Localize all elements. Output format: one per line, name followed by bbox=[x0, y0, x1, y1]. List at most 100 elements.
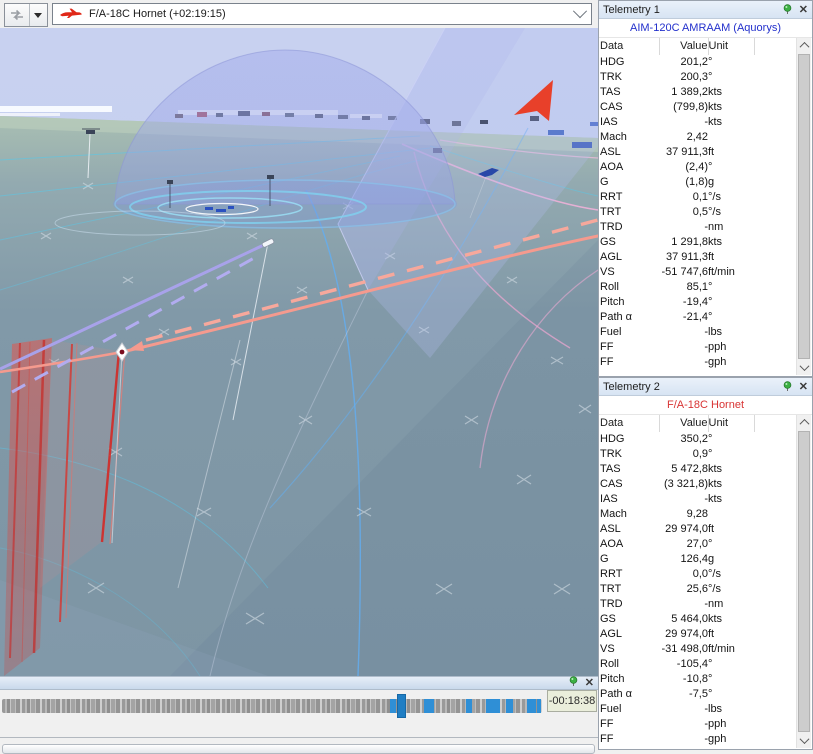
aircraft-icon bbox=[59, 7, 83, 22]
scrollbar[interactable] bbox=[796, 38, 811, 375]
data-label: TRK bbox=[600, 448, 622, 460]
table-row: Roll -105,4 ° bbox=[600, 657, 798, 672]
data-unit: ° bbox=[708, 71, 713, 83]
spacer bbox=[754, 702, 798, 717]
data-value: 29 974,0 bbox=[665, 628, 708, 640]
scroll-up-icon[interactable] bbox=[797, 38, 811, 53]
data-label: GS bbox=[600, 236, 616, 248]
data-value: 2,42 bbox=[686, 131, 708, 143]
data-value: 5 464,0 bbox=[671, 613, 708, 625]
spacer bbox=[754, 687, 798, 702]
data-value: 29 974,0 bbox=[665, 523, 708, 535]
column-header-data: Data bbox=[600, 415, 660, 432]
timeline-body: -00:18:38 bbox=[0, 690, 598, 727]
secondary-progress-bar[interactable] bbox=[2, 744, 595, 754]
close-icon[interactable]: ✕ bbox=[799, 4, 808, 15]
data-label: AOA bbox=[600, 538, 624, 550]
column-header-data: Data bbox=[600, 38, 660, 55]
camera-swap-button[interactable] bbox=[4, 3, 48, 27]
pin-icon[interactable] bbox=[782, 381, 793, 392]
3d-scene bbox=[0, 28, 598, 676]
table-row: CAS (3 321,8) kts bbox=[600, 477, 798, 492]
table-row: Path α -21,4 ° bbox=[600, 310, 798, 325]
spacer bbox=[754, 627, 798, 642]
data-unit: ft/min bbox=[708, 266, 735, 278]
data-label: Roll bbox=[600, 281, 619, 293]
data-unit: ° bbox=[708, 538, 713, 550]
column-header-value: Value bbox=[659, 38, 709, 55]
data-value: -31 498,0 bbox=[661, 643, 708, 655]
data-unit: kts bbox=[708, 613, 723, 625]
scrollbar-thumb[interactable] bbox=[798, 431, 810, 732]
tracked-object-selector[interactable]: F/A-18C Hornet (+02:19:15) bbox=[52, 3, 592, 25]
data-value: - bbox=[704, 703, 708, 715]
data-unit: ° bbox=[708, 161, 713, 173]
data-unit: ° bbox=[708, 296, 713, 308]
data-unit: °/s bbox=[708, 568, 721, 580]
spacer bbox=[754, 325, 798, 340]
table-row: VS -31 498,0 ft/min bbox=[600, 642, 798, 657]
data-value: 27,0 bbox=[686, 538, 708, 550]
spacer bbox=[754, 310, 798, 325]
table-row: IAS - kts bbox=[600, 115, 798, 130]
table-row: CAS (799,8) kts bbox=[600, 100, 798, 115]
pin-icon[interactable] bbox=[782, 4, 793, 15]
scrollbar-thumb[interactable] bbox=[798, 54, 810, 359]
timeline-scrubber[interactable] bbox=[2, 694, 542, 718]
spacer bbox=[754, 205, 798, 220]
data-label: Fuel bbox=[600, 703, 622, 715]
data-value: 201,2 bbox=[680, 56, 708, 68]
data-unit: °/s bbox=[708, 191, 721, 203]
data-value: 0,9 bbox=[692, 448, 708, 460]
data-unit: pph bbox=[708, 341, 727, 353]
scrollbar[interactable] bbox=[796, 415, 811, 748]
scroll-down-icon[interactable] bbox=[797, 733, 811, 748]
data-unit: ° bbox=[708, 658, 713, 670]
data-label: FF bbox=[600, 341, 614, 353]
scroll-down-icon[interactable] bbox=[797, 360, 811, 375]
data-label: IAS bbox=[600, 116, 618, 128]
data-label: TAS bbox=[600, 86, 621, 98]
table-header-row: Data Value Unit bbox=[600, 415, 798, 432]
data-label: Mach bbox=[600, 131, 627, 143]
data-value: 1 291,8 bbox=[671, 236, 708, 248]
data-value: (3 321,8) bbox=[663, 478, 708, 490]
data-unit: gph bbox=[708, 733, 727, 745]
column-header-unit: Unit bbox=[708, 38, 755, 55]
data-unit: nm bbox=[708, 221, 724, 233]
data-unit: gph bbox=[708, 356, 727, 368]
data-unit: ft bbox=[708, 523, 715, 535]
3d-view[interactable] bbox=[0, 28, 598, 676]
data-label: ASL bbox=[600, 523, 621, 535]
close-icon[interactable]: ✕ bbox=[799, 381, 808, 392]
data-unit: ° bbox=[708, 688, 713, 700]
pin-icon[interactable] bbox=[568, 676, 579, 690]
data-value: 25,6 bbox=[686, 583, 708, 595]
data-value: 350,2 bbox=[680, 433, 708, 445]
table-row: TAS 1 389,2 kts bbox=[600, 85, 798, 100]
table-row: IAS - kts bbox=[600, 492, 798, 507]
table-row: Path α -7,5 ° bbox=[600, 687, 798, 702]
data-label: TRT bbox=[600, 583, 622, 595]
data-label: GS bbox=[600, 613, 616, 625]
data-value: - bbox=[704, 326, 708, 338]
spacer bbox=[754, 642, 798, 657]
timeline-cursor[interactable] bbox=[397, 694, 407, 718]
swap-dropdown-arrow-icon[interactable] bbox=[30, 4, 46, 26]
table-row: TRD - nm bbox=[600, 220, 798, 235]
panel-title: Telemetry 2 bbox=[603, 380, 660, 393]
column-header-value: Value bbox=[659, 415, 709, 432]
spacer bbox=[754, 447, 798, 462]
data-value: - bbox=[704, 221, 708, 233]
spacer bbox=[754, 432, 798, 447]
spacer bbox=[754, 85, 798, 100]
spacer bbox=[754, 672, 798, 687]
scroll-up-icon[interactable] bbox=[797, 415, 811, 430]
table-row: ASL 37 911,3 ft bbox=[600, 145, 798, 160]
timeline-activity-segment bbox=[465, 699, 473, 713]
close-icon[interactable]: ✕ bbox=[585, 678, 594, 689]
time-display: -00:18:38 bbox=[547, 690, 597, 712]
data-label: FF bbox=[600, 733, 614, 745]
timeline-activity-segment bbox=[536, 699, 542, 713]
tracked-object-label: F/A-18C Hornet (+02:19:15) bbox=[89, 8, 226, 20]
